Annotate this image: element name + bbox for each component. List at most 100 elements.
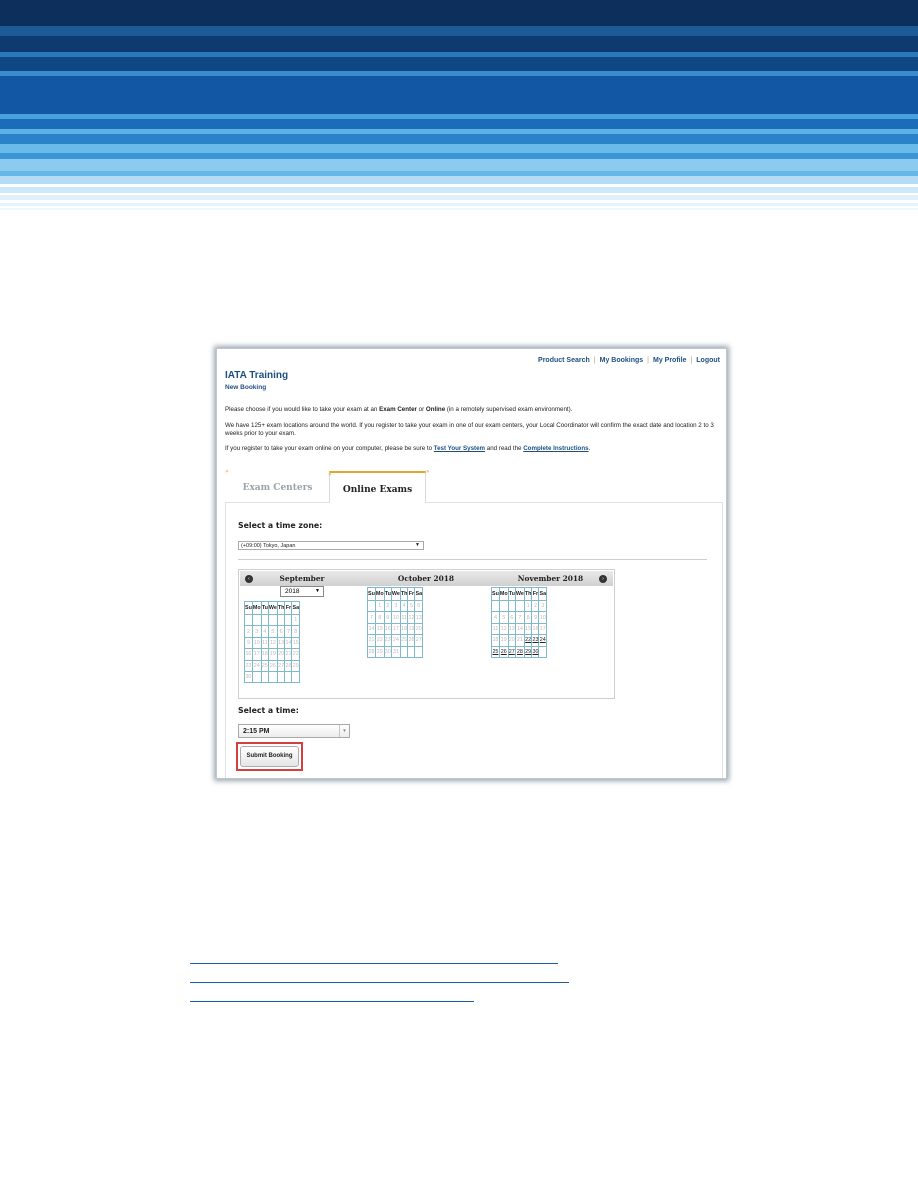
calendar-day: 2 (244, 625, 253, 638)
calendar-day: 24 (251, 659, 262, 672)
weekday-header: Fr (284, 601, 293, 615)
calendar-week: 123 (491, 599, 548, 613)
calendar-day: 18 (491, 634, 500, 647)
tab-exam-centers[interactable]: » Exam Centers (225, 468, 325, 503)
next-month-icon[interactable]: › (599, 575, 607, 583)
calendar-week: 11 12 13 14 15 16 17 (491, 622, 548, 636)
calendar-empty-cell (491, 599, 500, 613)
calendar-day: 2 (383, 599, 392, 613)
calendar-week: 1 (244, 613, 301, 627)
calendar-empty-cell (267, 613, 278, 627)
calendar-day: 17 (390, 622, 401, 636)
calendar-day[interactable]: 30 (531, 645, 540, 658)
weekday-header: Su (491, 587, 500, 601)
calendar-day: 3 (251, 625, 262, 638)
weekday-header: Fr (531, 587, 540, 601)
intro-text: or (416, 406, 426, 413)
year-select[interactable]: 2018 ▼ (280, 586, 324, 597)
calendar-empty-cell (407, 645, 416, 658)
calendar-day: 25 (260, 659, 269, 672)
calendar-day[interactable]: 29 (523, 645, 533, 658)
calendar-day: 19 (407, 622, 416, 636)
weekday-header: Tu (260, 601, 269, 615)
calendar-day[interactable]: 22 (523, 634, 533, 647)
calendar-day[interactable]: 26 (498, 645, 509, 658)
blank-link-line[interactable] (190, 963, 558, 964)
calendar-day: 30 (383, 645, 392, 658)
nav-logout[interactable]: Logout (696, 357, 720, 364)
weekday-header: Th (523, 587, 533, 601)
calendar-day: 16 (244, 648, 253, 661)
calendar-day: 11 (399, 611, 409, 624)
calendar-day[interactable]: 28 (514, 645, 525, 658)
test-your-system-link[interactable]: Test Your System (434, 445, 485, 452)
intro-text: Please choose if you would like to take … (225, 406, 380, 413)
calendar-day: 5 (267, 625, 278, 638)
nav-my-profile[interactable]: My Profile (653, 357, 686, 364)
calendar-day: 6 (507, 611, 516, 624)
brand-title: IATA Training (225, 370, 289, 381)
calendar-day: 28 (367, 645, 376, 658)
blank-link-line[interactable] (190, 982, 569, 983)
calendar-day: 23 (383, 634, 392, 647)
calendar-day: 13 (414, 611, 424, 624)
calendar-empty-cell (267, 670, 278, 684)
tab-label: Exam Centers (242, 483, 313, 493)
calendar-day[interactable]: 24 (538, 634, 548, 647)
weekday-header: Mo (374, 587, 385, 601)
month-title: September (279, 574, 325, 583)
calendar-day: 12 (407, 611, 416, 624)
intro-text: . (588, 445, 591, 452)
calendar-day: 4 (491, 611, 500, 624)
calendar-day: 15 (374, 622, 385, 636)
calendar-day: 28 (284, 659, 293, 672)
intro-online: Online (425, 406, 446, 413)
calendar-day: 1 (374, 599, 385, 613)
nav-product-search[interactable]: Product Search (538, 357, 590, 364)
calendar-day[interactable]: 27 (507, 645, 516, 658)
month-header: November 2018 (488, 571, 613, 586)
time-select[interactable]: 2:15 PM ▼ (238, 724, 350, 738)
calendar-week: 23 24 25 26 27 28 29 (244, 659, 301, 672)
complete-instructions-link[interactable]: Complete Instructions (523, 445, 588, 452)
timezone-select[interactable]: (+09:00) Tokyo, Japan ▼ (238, 541, 424, 550)
calendar-empty-cell (498, 599, 509, 613)
calendar-day: 14 (367, 622, 376, 636)
blank-link-line[interactable] (190, 1001, 474, 1002)
submit-booking-button[interactable]: Submit Booking (240, 746, 299, 767)
timezone-label: Select a time zone: (238, 521, 323, 530)
calendar-day: 22 (374, 634, 385, 647)
dropdown-arrow-icon: ▼ (315, 588, 320, 594)
intro-exam-center: Exam Center (379, 406, 417, 413)
calendar-day: 12 (498, 622, 509, 636)
calendar-day: 2 (531, 599, 540, 613)
calendar-empty-cell (251, 613, 262, 627)
calendar-day: 3 (390, 599, 401, 613)
prev-month-icon[interactable]: ‹ (245, 575, 253, 583)
calendar-day: 9 (244, 636, 253, 650)
calendar-day[interactable]: 25 (491, 645, 500, 658)
nav-my-bookings[interactable]: My Bookings (600, 357, 644, 364)
calendar-day: 29 (291, 659, 301, 672)
calendar-week: 21 22 23 24 25 26 27 (367, 634, 424, 647)
calendar-day: 29 (374, 645, 385, 658)
year-value: 2018 (285, 588, 300, 595)
weekday-header: Mo (251, 601, 262, 615)
weekday-header: Fr (407, 587, 416, 601)
calendar-empty-cell (260, 670, 269, 684)
intro-paragraph-3: If you register to take your exam online… (225, 445, 721, 453)
calendar-day: 4 (399, 599, 409, 613)
calendar-day: 22 (291, 648, 301, 661)
calendar-day: 21 (367, 634, 376, 647)
calendar-day: 25 (399, 634, 409, 647)
calendar-empty-cell (284, 670, 293, 684)
calendar-day: 12 (267, 636, 278, 650)
calendar-day[interactable]: 23 (531, 634, 540, 647)
calendar-empty-cell (507, 599, 516, 613)
calendar-empty-cell (251, 670, 262, 684)
weekday-header: Su (244, 601, 253, 615)
calendar-empty-cell (399, 645, 409, 658)
calendar-week: 2345678 (244, 625, 301, 638)
tab-online-exams[interactable]: » Online Exams (328, 471, 426, 503)
calendar-empty-cell (367, 599, 376, 613)
